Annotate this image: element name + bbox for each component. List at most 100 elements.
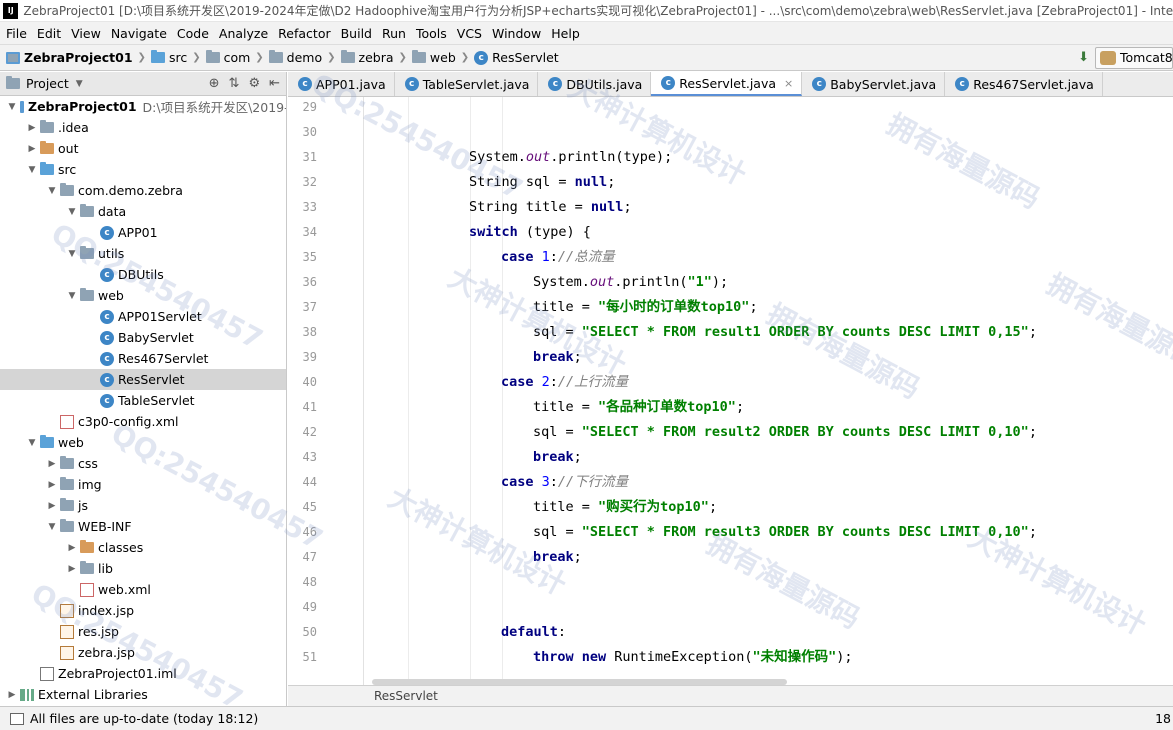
tree-item[interactable]: index.jsp: [0, 600, 286, 621]
code-token: ;: [708, 499, 718, 515]
source-folder-icon: [40, 435, 54, 448]
chevron-down-icon[interactable]: ▼: [64, 207, 80, 217]
run-config-selector[interactable]: Tomcat8: [1095, 46, 1173, 69]
tree-item[interactable]: ▶ css: [0, 453, 286, 474]
tree-item[interactable]: c TableServlet: [0, 390, 286, 411]
menu-file[interactable]: File: [0, 26, 32, 41]
breadcrumb-label: ZebraProject01: [24, 50, 133, 65]
menu-navigate[interactable]: Navigate: [106, 26, 172, 41]
footer-crumb[interactable]: ResServlet: [374, 689, 438, 703]
chevron-down-icon[interactable]: ▼: [24, 438, 40, 448]
chevron-down-icon[interactable]: ▼: [44, 522, 60, 532]
close-icon[interactable]: ×: [784, 77, 793, 90]
tree-item[interactable]: ▶ External Libraries: [0, 684, 286, 705]
menu-window[interactable]: Window: [487, 26, 546, 41]
tree-item[interactable]: c3p0-config.xml: [0, 411, 286, 432]
menu-code[interactable]: Code: [172, 26, 214, 41]
chevron-right-icon[interactable]: ▶: [44, 459, 60, 469]
tree-item[interactable]: c APP01: [0, 222, 286, 243]
tree-item[interactable]: ▼ utils: [0, 243, 286, 264]
menu-build[interactable]: Build: [336, 26, 377, 41]
menu-analyze[interactable]: Analyze: [214, 26, 273, 41]
chevron-down-icon[interactable]: ▼: [4, 102, 20, 112]
breadcrumb-item[interactable]: com: [204, 50, 253, 65]
editor-tab[interactable]: c BabyServlet.java: [802, 72, 946, 96]
update-arrow-icon[interactable]: ⬇: [1078, 50, 1089, 65]
menu-vcs[interactable]: VCS: [452, 26, 487, 41]
tree-item[interactable]: c DBUtils: [0, 264, 286, 285]
tree-item[interactable]: c ResServlet: [0, 369, 286, 390]
tree-item[interactable]: c BabyServlet: [0, 327, 286, 348]
status-cursor-position[interactable]: 18: [1155, 711, 1173, 726]
menu-edit[interactable]: Edit: [32, 26, 66, 41]
tree-item[interactable]: ▼ web: [0, 432, 286, 453]
breadcrumb-item[interactable]: web: [410, 50, 458, 65]
hide-panel-icon[interactable]: ⇤: [269, 76, 280, 91]
code-token: //总流量: [557, 249, 615, 265]
tree-item-label: APP01Servlet: [118, 309, 202, 324]
tree-item[interactable]: c APP01Servlet: [0, 306, 286, 327]
tree-item[interactable]: ▶ js: [0, 495, 286, 516]
xml-file-icon: [60, 414, 74, 429]
editor-tab[interactable]: c ResServlet.java ×: [651, 72, 803, 96]
tool-window-toggle-icon[interactable]: [10, 712, 24, 725]
menu-refactor[interactable]: Refactor: [273, 26, 335, 41]
tree-item[interactable]: ▼ web: [0, 285, 286, 306]
breadcrumb-item[interactable]: demo: [267, 50, 324, 65]
code-editor[interactable]: 29 30 31 32 33 34 35 36 37 38 39 40 41 42 43 44 45 46 47 48…: [288, 97, 1173, 685]
tree-item[interactable]: ▼ data: [0, 201, 286, 222]
tree-item[interactable]: ▶ img: [0, 474, 286, 495]
breadcrumb-item[interactable]: zebra: [339, 50, 396, 65]
tree-item[interactable]: res.jsp: [0, 621, 286, 642]
tomcat-icon: [1100, 50, 1116, 65]
tree-item[interactable]: ▼ com.demo.zebra: [0, 180, 286, 201]
tree-item[interactable]: zebra.jsp: [0, 642, 286, 663]
tree-item-label: web.xml: [98, 582, 151, 597]
tree-item[interactable]: ZebraProject01.iml: [0, 663, 286, 684]
chevron-right-icon[interactable]: ▶: [64, 564, 80, 574]
breadcrumb-item[interactable]: src: [149, 50, 189, 65]
chevron-right-icon[interactable]: ▶: [4, 690, 20, 700]
tree-item[interactable]: ▼ WEB-INF: [0, 516, 286, 537]
menu-run[interactable]: Run: [377, 26, 411, 41]
nav-right-tools: ⬇ Tomcat8: [1078, 46, 1173, 69]
tree-item[interactable]: ▶ lib: [0, 558, 286, 579]
breadcrumb-label: zebra: [358, 50, 394, 65]
folder-icon: [80, 246, 94, 259]
gear-icon[interactable]: ⚙: [248, 76, 260, 91]
chevron-right-icon[interactable]: ▶: [44, 501, 60, 511]
chevron-right-icon[interactable]: ▶: [24, 123, 40, 133]
tree-item-label: data: [98, 204, 127, 219]
tab-label: APP01.java: [316, 76, 386, 92]
tree-item[interactable]: web.xml: [0, 579, 286, 600]
locate-file-icon[interactable]: ⊕: [209, 76, 220, 91]
tree-item[interactable]: ▼ ZebraProject01 D:\项目系统开发区\2019-20: [0, 96, 286, 117]
code-token: throw new: [533, 649, 615, 665]
breadcrumb-item[interactable]: c ResServlet: [472, 50, 561, 65]
tree-item[interactable]: ▶ out: [0, 138, 286, 159]
editor-tab[interactable]: c TableServlet.java: [395, 72, 539, 96]
project-panel-title: Project: [26, 76, 69, 91]
editor-tab[interactable]: c DBUtils.java: [538, 72, 652, 96]
editor-tab[interactable]: c Res467Servlet.java: [945, 72, 1103, 96]
chevron-down-icon[interactable]: ▼: [64, 291, 80, 301]
menu-help[interactable]: Help: [546, 26, 585, 41]
tree-item[interactable]: c Res467Servlet: [0, 348, 286, 369]
tree-item[interactable]: ▼ src: [0, 159, 286, 180]
tree-item-label: lib: [98, 561, 113, 576]
chevron-down-icon[interactable]: ▼: [24, 165, 40, 175]
tree-item[interactable]: ▶ classes: [0, 537, 286, 558]
chevron-down-icon[interactable]: ▼: [44, 186, 60, 196]
chevron-down-icon[interactable]: ▼: [64, 249, 80, 259]
editor-tab[interactable]: c APP01.java: [288, 72, 395, 96]
chevron-right-icon[interactable]: ▶: [64, 543, 80, 553]
breadcrumb-item[interactable]: ZebraProject01: [0, 50, 135, 65]
tree-item[interactable]: ▶ .idea: [0, 117, 286, 138]
menu-tools[interactable]: Tools: [411, 26, 452, 41]
menu-view[interactable]: View: [66, 26, 106, 41]
chevron-right-icon[interactable]: ▶: [24, 144, 40, 154]
code-token: "未知操作码": [752, 649, 837, 665]
project-view-selector[interactable]: Project ▼: [6, 76, 83, 91]
collapse-all-icon[interactable]: ⇅: [229, 76, 240, 91]
chevron-right-icon[interactable]: ▶: [44, 480, 60, 490]
